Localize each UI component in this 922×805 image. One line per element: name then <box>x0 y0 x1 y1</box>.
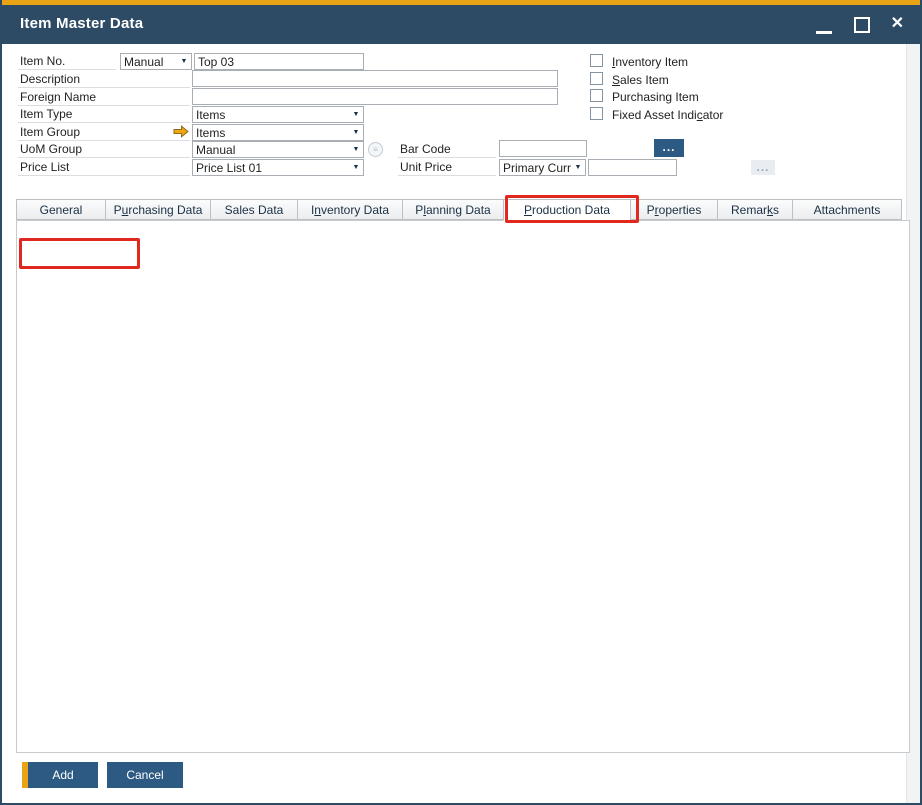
item-group-dropdown[interactable]: Items ▼ <box>192 124 364 141</box>
chevron-down-icon: ▼ <box>349 160 363 175</box>
inventory-item-label: Inventory Item <box>612 55 688 69</box>
item-master-data-window: Item Master Data ✕ Item No. Manual ▼ Des… <box>0 0 922 805</box>
chevron-down-icon: ▼ <box>349 142 363 157</box>
purchasing-item-label: Purchasing Item <box>612 90 699 104</box>
bar-code-input[interactable] <box>499 140 587 157</box>
minimize-icon[interactable] <box>816 31 832 34</box>
description-input[interactable] <box>192 70 558 87</box>
chevron-down-icon: ▼ <box>349 125 363 140</box>
foreign-name-input[interactable] <box>192 88 558 105</box>
uom-group-label: UoM Group <box>18 140 190 158</box>
chevron-down-icon: ▼ <box>571 160 585 175</box>
foreign-name-label: Foreign Name <box>18 88 190 106</box>
tab-sales-data[interactable]: Sales Data <box>210 199 298 220</box>
tab-general[interactable]: General <box>16 199 106 220</box>
tab-remarks[interactable]: Remarks <box>717 199 793 220</box>
item-no-input[interactable] <box>194 53 364 70</box>
tab-attachments[interactable]: Attachments <box>792 199 902 220</box>
link-arrow-icon[interactable] <box>173 125 189 141</box>
production-data-panel <box>16 220 910 753</box>
chevron-down-icon: ▼ <box>177 54 191 69</box>
item-group-label: Item Group <box>18 123 190 141</box>
unit-price-currency-value: Primary Currenc <box>500 160 571 175</box>
window-title: Item Master Data <box>20 15 143 32</box>
unit-price-currency-dropdown[interactable]: Primary Currenc ▼ <box>499 159 586 176</box>
price-list-label: Price List <box>18 158 190 176</box>
uom-group-dropdown[interactable]: Manual ▼ <box>192 141 364 158</box>
uom-list-icon[interactable]: ≡ <box>368 142 383 157</box>
tab-inventory-data[interactable]: Inventory Data <box>297 199 403 220</box>
fixed-asset-indicator-checkbox[interactable] <box>590 107 603 120</box>
add-button[interactable]: Add <box>22 762 98 788</box>
inventory-item-checkbox[interactable] <box>590 54 603 67</box>
unit-price-input[interactable] <box>588 159 677 176</box>
fixed-asset-indicator-label: Fixed Asset Indicator <box>612 108 723 122</box>
tab-strip: General Purchasing Data Sales Data Inven… <box>16 199 910 220</box>
tab-planning-data[interactable]: Planning Data <box>402 199 504 220</box>
item-type-dropdown[interactable]: Items ▼ <box>192 106 364 123</box>
purchasing-item-checkbox[interactable] <box>590 89 603 102</box>
chevron-down-icon: ▼ <box>349 107 363 122</box>
sales-item-checkbox[interactable] <box>590 72 603 85</box>
tab-production-data[interactable]: Production Data <box>503 199 631 221</box>
item-no-type-dropdown[interactable]: Manual ▼ <box>120 53 192 70</box>
item-type-label: Item Type <box>18 105 190 123</box>
unit-price-label: Unit Price <box>398 158 496 176</box>
description-label: Description <box>18 70 190 88</box>
item-group-value: Items <box>193 125 349 140</box>
cancel-button[interactable]: Cancel <box>107 762 183 788</box>
unit-price-browse-button: ... <box>751 160 775 175</box>
sales-item-label: Sales Item <box>612 73 669 87</box>
maximize-icon[interactable] <box>854 17 870 33</box>
close-icon[interactable]: ✕ <box>891 13 904 35</box>
item-type-value: Items <box>193 107 349 122</box>
bar-code-browse-button[interactable]: ... <box>654 139 684 157</box>
titlebar[interactable]: Item Master Data ✕ <box>2 5 920 44</box>
item-no-label: Item No. <box>18 52 116 70</box>
price-list-dropdown[interactable]: Price List 01 ▼ <box>192 159 364 176</box>
uom-group-value: Manual <box>193 142 349 157</box>
tab-properties[interactable]: Properties <box>630 199 718 220</box>
bar-code-label: Bar Code <box>398 140 496 158</box>
tab-purchasing-data[interactable]: Purchasing Data <box>105 199 211 220</box>
item-no-type-value: Manual <box>121 54 177 69</box>
price-list-value: Price List 01 <box>193 160 349 175</box>
